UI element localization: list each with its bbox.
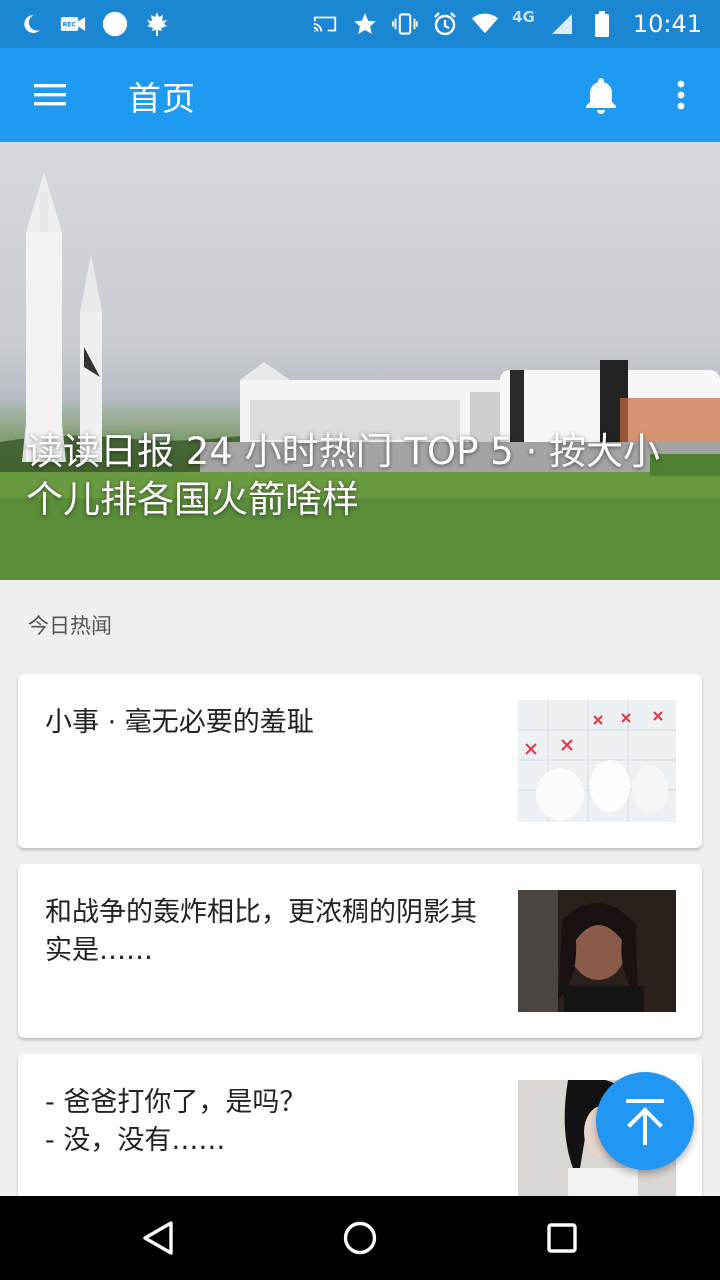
page-title: 首页 [128, 79, 196, 118]
more-options-button[interactable] [658, 68, 704, 122]
maple-leaf-icon [144, 11, 170, 37]
back-button[interactable] [128, 1210, 188, 1266]
story-title: - 爸爸打你了，是吗？ - 没，没有…… [45, 1087, 307, 1156]
menu-button[interactable] [22, 70, 78, 120]
home-circle-icon [343, 1221, 377, 1255]
alarm-icon [432, 11, 458, 37]
story-thumbnail [518, 700, 676, 822]
story-card[interactable]: 和战争的轰炸相比，更浓稠的阴影其实是…… [18, 864, 702, 1038]
section-header: 今日热闻 [28, 614, 112, 638]
status-right-icons: 4G 10:41 [312, 8, 702, 38]
scroll-to-top-icon [626, 1099, 664, 1145]
system-nav-bar [0, 1196, 720, 1280]
network-type: 4G [512, 8, 535, 26]
story-thumbnail [518, 890, 676, 1012]
svg-text:REC: REC [63, 22, 77, 29]
star-icon [352, 11, 378, 37]
story-title: 小事 · 毫无必要的羞耻 [45, 707, 314, 738]
signal-icon [549, 11, 575, 37]
wifi-icon [472, 11, 499, 37]
hamburger-menu-icon [34, 84, 66, 106]
featured-banner[interactable]: 读读日报 24 小时热门 TOP 5 · 按大小个儿排各国火箭啥样 [0, 142, 720, 580]
moon-icon [18, 11, 44, 37]
story-title: 和战争的轰炸相比，更浓稠的阴影其实是…… [45, 897, 477, 966]
vibrate-icon [392, 11, 419, 37]
recents-button[interactable] [532, 1210, 592, 1266]
clock: 10:41 [632, 10, 702, 38]
home-button[interactable] [330, 1210, 390, 1266]
rec-icon: REC [60, 11, 86, 37]
recents-square-icon [547, 1223, 577, 1253]
circle-icon [102, 11, 128, 37]
notifications-button[interactable] [574, 68, 628, 122]
scroll-to-top-button[interactable] [596, 1072, 694, 1170]
bell-icon [586, 78, 616, 114]
cast-icon [312, 11, 338, 37]
status-left-icons: REC [18, 11, 170, 37]
app-bar: 首页 [0, 48, 720, 142]
back-triangle-icon [143, 1221, 173, 1255]
more-vert-icon [677, 80, 685, 110]
battery-icon [589, 11, 615, 37]
banner-title: 读读日报 24 小时热门 TOP 5 · 按大小个儿排各国火箭啥样 [26, 430, 660, 521]
status-bar: REC 4G 10:41 [0, 0, 720, 48]
story-card[interactable]: 小事 · 毫无必要的羞耻 [18, 674, 702, 848]
